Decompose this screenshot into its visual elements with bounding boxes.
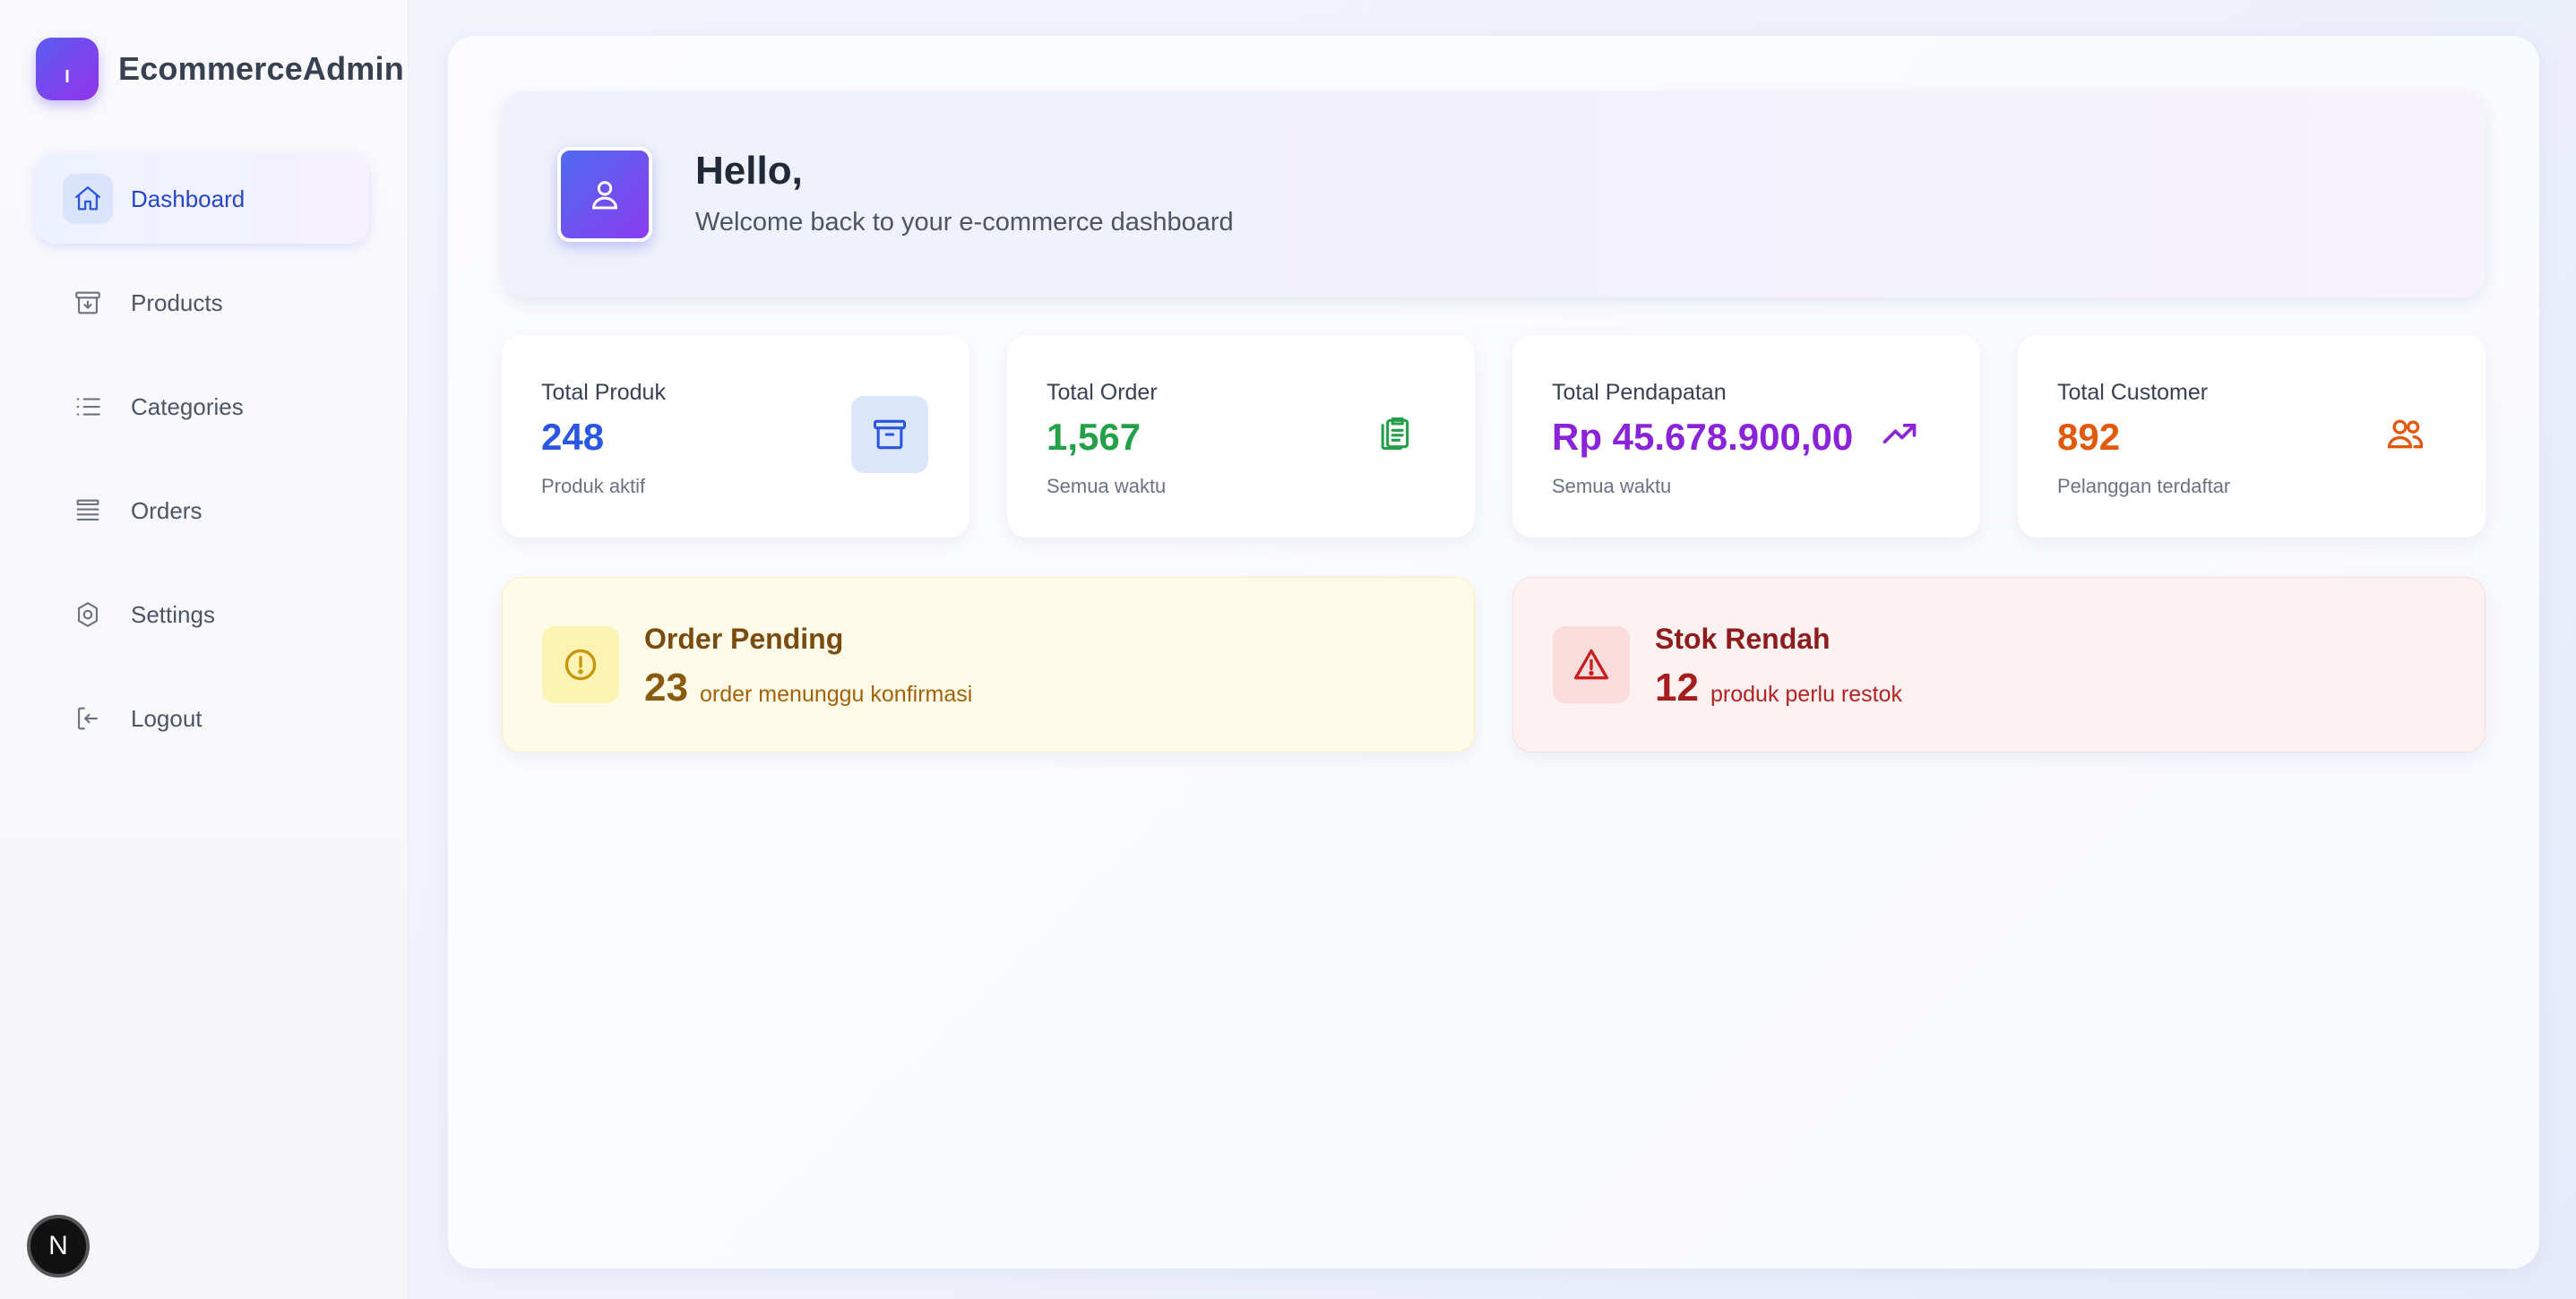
stat-subtitle: Produk aktif (541, 475, 646, 497)
queue-list-icon (63, 486, 113, 536)
stat-value: Rp 45.678.900,00 (1552, 416, 1854, 458)
alert-title: Stok Rendah (1655, 623, 1831, 655)
welcome-subtitle: Welcome back to your e-commerce dashboar… (695, 208, 1234, 237)
sidebar-item-label: Orders (131, 496, 202, 524)
stat-title: Total Customer (2057, 380, 2209, 405)
trending-up-icon (1880, 414, 1919, 453)
sidebar-item-label: Dashboard (131, 185, 246, 212)
sidebar-item-orders[interactable]: Orders (36, 466, 369, 555)
sidebar-item-settings[interactable]: Settings (36, 570, 369, 659)
low-stock-card[interactable]: Stok Rendah 12 produk perlu restok (1512, 577, 2486, 753)
sidebar: I EcommerceAdmin Dashboard Products Cate… (0, 0, 409, 1299)
archive-box-icon (851, 396, 928, 473)
sidebar-item-label: Products (131, 288, 223, 316)
main-panel: Hello, Welcome back to your e-commerce d… (448, 36, 2539, 1269)
stat-card-total-produk: Total Produk 248 Produk aktif (502, 335, 969, 538)
archive-box-icon (63, 278, 113, 328)
sidebar-item-label: Logout (131, 704, 202, 732)
sidebar-item-logout[interactable]: Logout (36, 674, 369, 763)
sidebar-item-categories[interactable]: Categories (36, 362, 369, 452)
alert-count: 23 (644, 666, 688, 710)
dev-tools-badge[interactable]: N (27, 1215, 90, 1277)
welcome-title: Hello, (695, 149, 803, 193)
stat-subtitle: Semua waktu (1552, 475, 1672, 497)
gear-icon (63, 589, 113, 640)
list-icon (63, 382, 113, 432)
welcome-card: Hello, Welcome back to your e-commerce d… (502, 91, 2486, 297)
warning-triangle-icon (1553, 626, 1630, 703)
alert-text: order menunggu konfirmasi (700, 682, 973, 707)
order-pending-card[interactable]: Order Pending 23 order menunggu konfirma… (502, 577, 1475, 753)
stat-subtitle: Pelanggan terdaftar (2057, 475, 2231, 497)
brand-logo: I (36, 38, 99, 100)
exclamation-circle-icon (542, 626, 619, 703)
sidebar-item-dashboard[interactable]: Dashboard (36, 154, 369, 244)
alert-count: 12 (1655, 666, 1699, 710)
sidebar-item-label: Categories (131, 392, 244, 420)
stat-value: 892 (2057, 416, 2121, 458)
alert-text: produk perlu restok (1710, 682, 1903, 707)
clipboard-icon (1374, 414, 1414, 453)
users-icon (2385, 414, 2425, 453)
stat-card-total-pendapatan: Total Pendapatan Rp 45.678.900,00 Semua … (1512, 335, 1980, 538)
stat-card-total-customer: Total Customer 892 Pelanggan terdaftar (2018, 335, 2486, 538)
home-icon (63, 174, 113, 224)
sidebar-item-label: Settings (131, 600, 215, 628)
user-icon (557, 147, 652, 242)
stat-title: Total Pendapatan (1552, 380, 1727, 405)
sidebar-item-products[interactable]: Products (36, 258, 369, 348)
stat-value: 248 (541, 416, 605, 458)
alert-title: Order Pending (644, 623, 844, 655)
stat-card-total-order: Total Order 1,567 Semua waktu (1007, 335, 1475, 538)
stat-title: Total Produk (541, 380, 666, 405)
stat-subtitle: Semua waktu (1047, 475, 1167, 497)
logout-icon (63, 693, 113, 744)
stat-value: 1,567 (1047, 416, 1142, 458)
sidebar-nav: Dashboard Products Categories Orders Set… (36, 154, 369, 778)
brand[interactable]: I EcommerceAdmin (36, 38, 404, 100)
brand-name: EcommerceAdmin (118, 50, 404, 87)
stat-title: Total Order (1047, 380, 1158, 405)
